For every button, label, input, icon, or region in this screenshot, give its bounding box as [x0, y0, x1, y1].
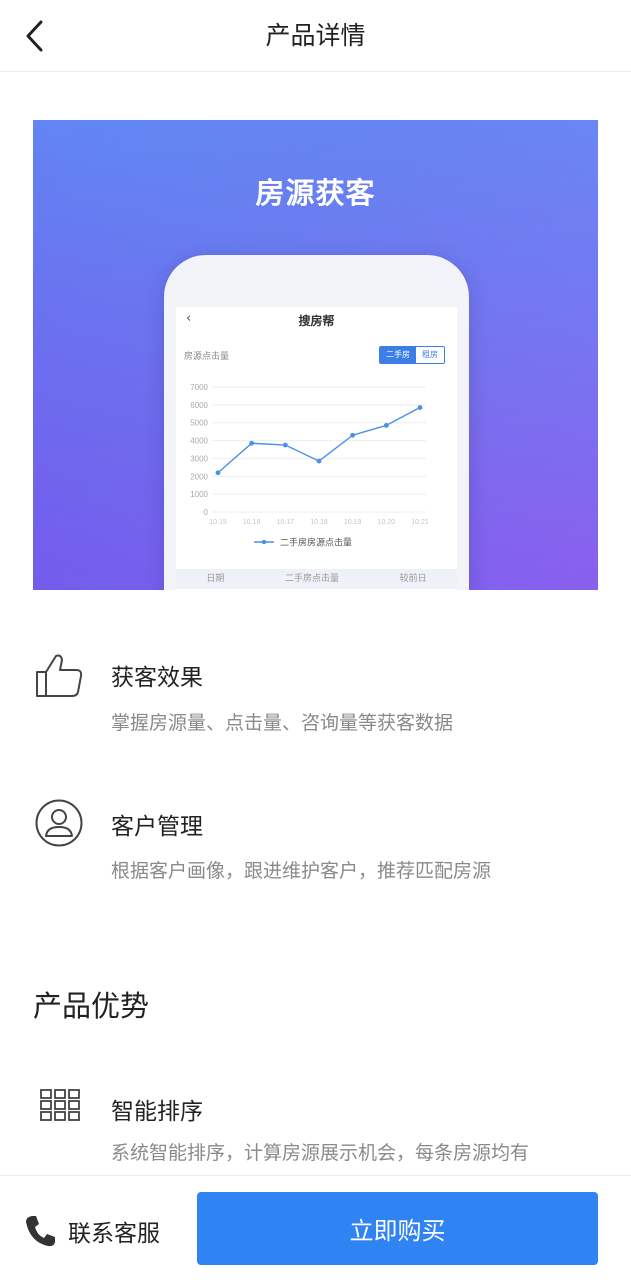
- feature-desc: 系统智能排序，计算房源展示机会，每条房源均有: [111, 1142, 530, 1164]
- y-tick-label: 2000: [190, 472, 208, 481]
- mock-col-date: 日期: [206, 574, 225, 584]
- x-tick-label: 10.20: [378, 519, 396, 526]
- feature-title: 智能排序: [111, 1099, 203, 1125]
- mock-segment-secondhand: 二手房: [380, 347, 416, 363]
- contact-service-label: 联系客服: [68, 1221, 160, 1247]
- data-point: [350, 432, 356, 438]
- phone-screen: ‹ 搜房帮 房源点击量 二手房 租房 7000 6000 5000 4000 3000 2…: [176, 307, 457, 590]
- buy-now-button[interactable]: 立即购买: [197, 1192, 598, 1265]
- legend-marker: [261, 539, 267, 545]
- feature-desc: 根据客户画像，跟进维护客户，推荐匹配房源: [111, 860, 492, 882]
- mock-segment-rent: 租房: [416, 347, 444, 363]
- data-point: [417, 405, 423, 410]
- mock-app-title: 搜房帮: [298, 314, 335, 328]
- data-point: [215, 470, 221, 476]
- x-tick-label: 10.21: [411, 519, 429, 526]
- data-point: [316, 458, 322, 464]
- phone-icon: [26, 1216, 55, 1247]
- nav-header: 产品详情: [0, 0, 631, 72]
- x-tick-label: 10.17: [277, 519, 295, 526]
- contact-service-button[interactable]: 联系客服: [24, 1206, 160, 1256]
- thumbs-up-icon: [36, 654, 83, 697]
- user-circle-icon: [35, 799, 83, 847]
- y-tick-label: 6000: [190, 401, 208, 410]
- section-title-advantages: 产品优势: [33, 989, 150, 1023]
- y-tick-label: 1000: [190, 490, 208, 499]
- y-tick-label: 3000: [190, 454, 208, 463]
- x-tick-label: 10.15: [209, 519, 227, 526]
- x-tick-label: 10.19: [344, 519, 362, 526]
- page-title: 产品详情: [265, 21, 366, 50]
- feature-title: 获客效果: [111, 665, 203, 691]
- bottom-action-bar: 联系客服 立即购买: [0, 1175, 631, 1280]
- mock-metric-label: 房源点击量: [184, 352, 230, 362]
- x-tick-label: 10.18: [310, 519, 328, 526]
- click-line-chart: 7000 6000 5000 4000 3000 2000 1000 010.15 10.16 1…: [190, 383, 429, 549]
- banner-title: 房源获客: [255, 176, 376, 210]
- mock-col-clicks: 二手房点击量: [284, 574, 339, 584]
- mock-col-change: 较前日: [399, 574, 427, 584]
- y-tick-label: 5000: [190, 419, 208, 428]
- legend-label: 二手房房源点击量: [280, 537, 352, 549]
- mock-table-header: 日期 二手房点击量 较前日: [176, 569, 457, 589]
- data-point: [282, 442, 288, 448]
- y-tick-label: 4000: [190, 437, 208, 446]
- feature-title: 客户管理: [111, 814, 203, 840]
- y-tick-label: 7000: [190, 383, 208, 392]
- feature-desc: 掌握房源量、点击量、咨询量等获客数据: [111, 712, 454, 734]
- data-point: [249, 440, 255, 446]
- grid-icon: [40, 1089, 80, 1121]
- x-tick-label: 10.16: [243, 519, 261, 526]
- data-point: [383, 422, 389, 428]
- product-banner: 房源获客 ‹ 搜房帮 房源点击量 二手房 租房 7000 6000 5000 4000…: [33, 120, 598, 590]
- y-tick-label: 0: [204, 508, 209, 517]
- mock-segment-control: 二手房 租房: [379, 346, 445, 364]
- phone-mockup: ‹ 搜房帮 房源点击量 二手房 租房 7000 6000 5000 4000 3000 2…: [164, 255, 469, 590]
